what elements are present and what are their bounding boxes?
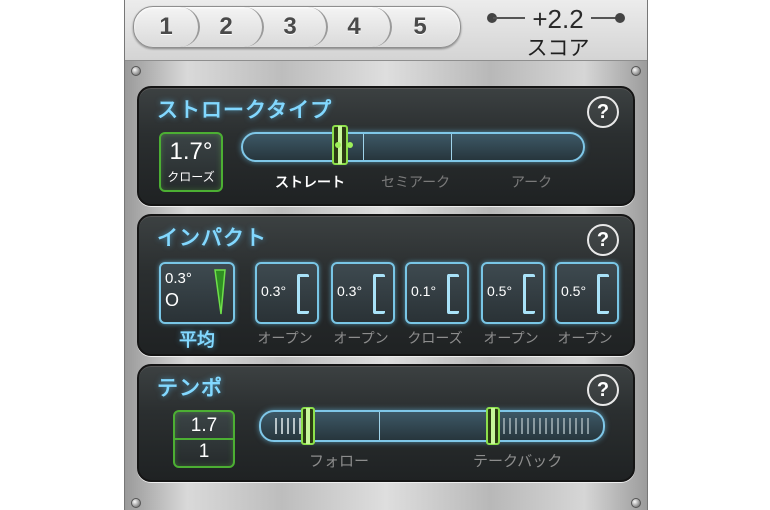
impact-shot-label: オープン — [257, 331, 313, 347]
impact-shot-label: オープン — [333, 331, 389, 347]
score-value: +2.2 — [532, 4, 584, 34]
tempo-center-line — [379, 412, 380, 440]
face-bracket-icon — [597, 274, 609, 314]
putting-analysis-screen: 1 2 3 4 5 +2.2 スコア ストロークタイプ ? 1.7° クローズ — [124, 0, 648, 510]
stroke-label-arc[interactable]: アーク — [511, 172, 552, 192]
impact-help-button[interactable]: ? — [587, 224, 619, 256]
tempo-ratio-box: 1.7 1 — [173, 410, 235, 468]
impact-shot-box-1[interactable]: 0.3° — [255, 262, 319, 324]
impact-panel: インパクト ? 0.3° O 平均 0.3° オープン 0.3° オープン 0.… — [137, 214, 635, 356]
stroke-angle-value: 1.7° — [169, 138, 213, 165]
stroke-label-straight[interactable]: ストレート — [275, 172, 345, 192]
tempo-ratio-divider — [175, 438, 233, 440]
stroke-type-marker-icon[interactable] — [329, 124, 359, 168]
tempo-panel: テンポ ? 1.7 1 フォロー テークバック — [137, 364, 635, 482]
stroke-type-title: ストロークタイプ — [157, 98, 333, 122]
impact-average-value: 0.3° — [165, 270, 192, 287]
stroke-type-help-button[interactable]: ? — [587, 96, 619, 128]
screw-icon — [631, 498, 641, 508]
header-bar: 1 2 3 4 5 +2.2 スコア — [125, 0, 647, 61]
track-divider — [363, 134, 364, 160]
round-selector: 1 2 3 4 5 — [133, 6, 461, 48]
round-tab-3[interactable]: 3 — [254, 7, 328, 47]
tempo-tick-marks — [497, 418, 589, 434]
impact-shot-value: 0.5° — [487, 283, 513, 299]
stroke-angle-label: クローズ — [167, 170, 215, 184]
screw-icon — [631, 66, 641, 76]
stroke-type-track — [241, 132, 585, 162]
screw-icon — [131, 498, 141, 508]
impact-shot-label: オープン — [483, 331, 539, 347]
impact-shot-label: オープン — [557, 331, 613, 347]
round-tab-2[interactable]: 2 — [190, 7, 264, 47]
tempo-ratio-bottom: 1 — [198, 441, 210, 462]
impact-shot-value: 0.5° — [561, 283, 587, 299]
tempo-ratio-top: 1.7 — [190, 415, 218, 436]
impact-shot-box-2[interactable]: 0.3° — [331, 262, 395, 324]
stroke-label-semi-arc[interactable]: セミアーク — [381, 172, 450, 192]
face-bracket-icon — [297, 274, 309, 314]
face-bracket-icon — [373, 274, 385, 314]
screw-icon — [131, 66, 141, 76]
tempo-follow-label: フォロー — [309, 452, 370, 470]
tempo-help-button[interactable]: ? — [587, 374, 619, 406]
tempo-backswing-marker-icon[interactable] — [484, 406, 502, 446]
impact-shot-value: 0.3° — [337, 283, 363, 299]
stroke-angle-box: 1.7° クローズ — [159, 132, 223, 192]
score-label: スコア — [526, 36, 590, 60]
face-bracket-icon — [523, 274, 535, 314]
impact-title: インパクト — [157, 226, 267, 250]
round-tab-4[interactable]: 4 — [318, 7, 392, 47]
impact-average-symbol: O — [165, 290, 180, 310]
tempo-follow-marker-icon[interactable] — [299, 406, 317, 446]
score-right-dot-icon — [615, 13, 625, 23]
impact-shot-value: 0.1° — [411, 283, 437, 299]
impact-shot-box-5[interactable]: 0.5° — [555, 262, 619, 324]
impact-average-label: 平均 — [179, 330, 215, 351]
tempo-title: テンポ — [157, 376, 223, 400]
impact-shot-value: 0.3° — [261, 283, 287, 299]
face-angle-wedge-icon — [214, 269, 226, 315]
impact-shot-box-3[interactable]: 0.1° — [405, 262, 469, 324]
impact-shot-label: クローズ — [407, 331, 463, 347]
tempo-backswing-label: テークバック — [473, 452, 563, 470]
round-tab-1[interactable]: 1 — [134, 7, 200, 47]
impact-shot-box-4[interactable]: 0.5° — [481, 262, 545, 324]
stroke-type-panel: ストロークタイプ ? 1.7° クローズ ストレート セミアーク アーク — [137, 86, 635, 206]
impact-average-box: 0.3° O — [159, 262, 235, 324]
face-bracket-icon — [447, 274, 459, 314]
round-tab-5[interactable]: 5 — [382, 7, 458, 47]
track-divider — [451, 134, 452, 160]
